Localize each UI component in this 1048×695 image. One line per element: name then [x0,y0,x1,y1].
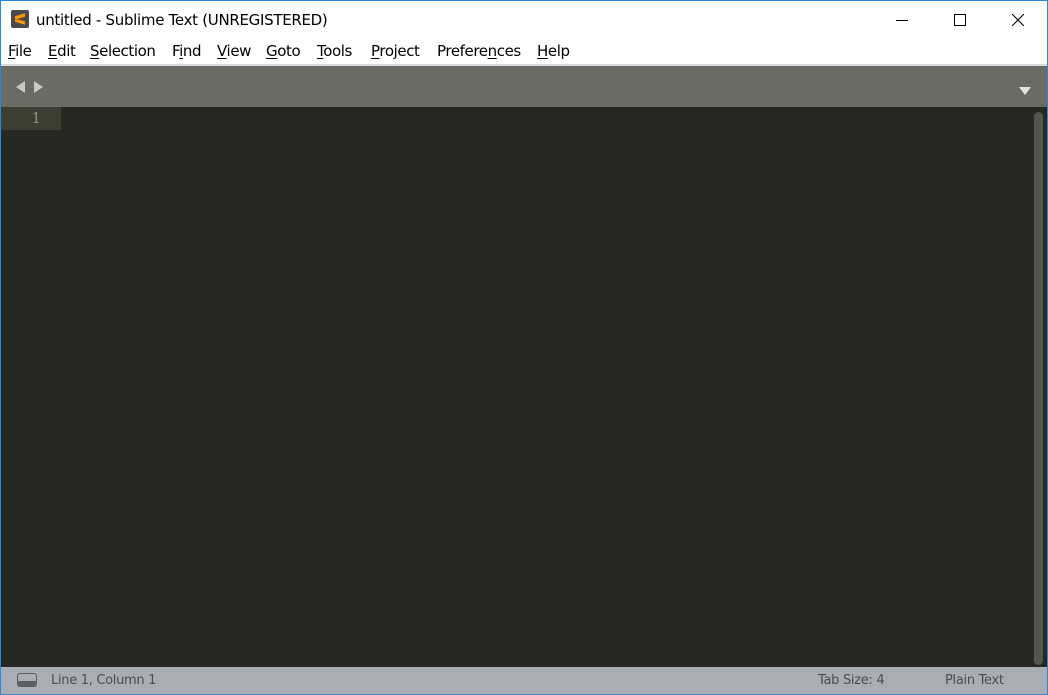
cursor-position: Line 1, Column 1 [51,673,157,688]
menu-tools[interactable]: Tools [317,42,352,60]
editor-area[interactable]: 1 [1,107,1047,667]
close-button[interactable] [989,1,1047,39]
maximize-button[interactable] [931,1,989,39]
line-number: 1 [31,109,41,127]
app-window: untitled - Sublime Text (UNREGISTERED) F… [0,0,1048,695]
menu-preferences[interactable]: Preferences [437,42,521,60]
status-bar: Line 1, Column 1 Tab Size: 4 Plain Text [1,667,1047,694]
minimize-button[interactable] [873,1,931,39]
maximize-icon [954,14,966,26]
menu-goto[interactable]: Goto [266,42,301,60]
sublime-text-logo-icon [11,10,29,28]
tab-list-dropdown-button[interactable] [1018,81,1032,95]
panel-toggle-icon[interactable] [17,673,37,687]
minimize-icon [896,20,908,21]
triangle-left-icon [16,81,25,93]
vertical-scrollbar[interactable] [1034,112,1043,665]
menu-bar: File Edit Selection Find View Goto Tools… [1,39,1047,64]
tab-size-selector[interactable]: Tab Size: 4 [818,673,885,688]
title-bar[interactable]: untitled - Sublime Text (UNREGISTERED) [1,1,1047,39]
triangle-right-icon [34,81,43,93]
menu-edit[interactable]: Edit [48,42,76,60]
window-title: untitled - Sublime Text (UNREGISTERED) [36,11,328,29]
menu-view[interactable]: View [217,42,251,60]
menu-project[interactable]: Project [371,42,420,60]
menu-selection[interactable]: Selection [90,42,156,60]
gutter-current-line: 1 [1,107,61,130]
menu-find[interactable]: Find [172,42,202,60]
tab-scroll-right-button[interactable] [33,79,45,93]
close-icon [1012,14,1024,26]
tab-scroll-left-button[interactable] [15,79,27,93]
menu-help[interactable]: Help [537,42,570,60]
menu-file[interactable]: File [8,42,32,60]
triangle-down-icon [1019,87,1031,95]
syntax-selector[interactable]: Plain Text [945,673,1004,688]
tab-bar [1,64,1047,107]
